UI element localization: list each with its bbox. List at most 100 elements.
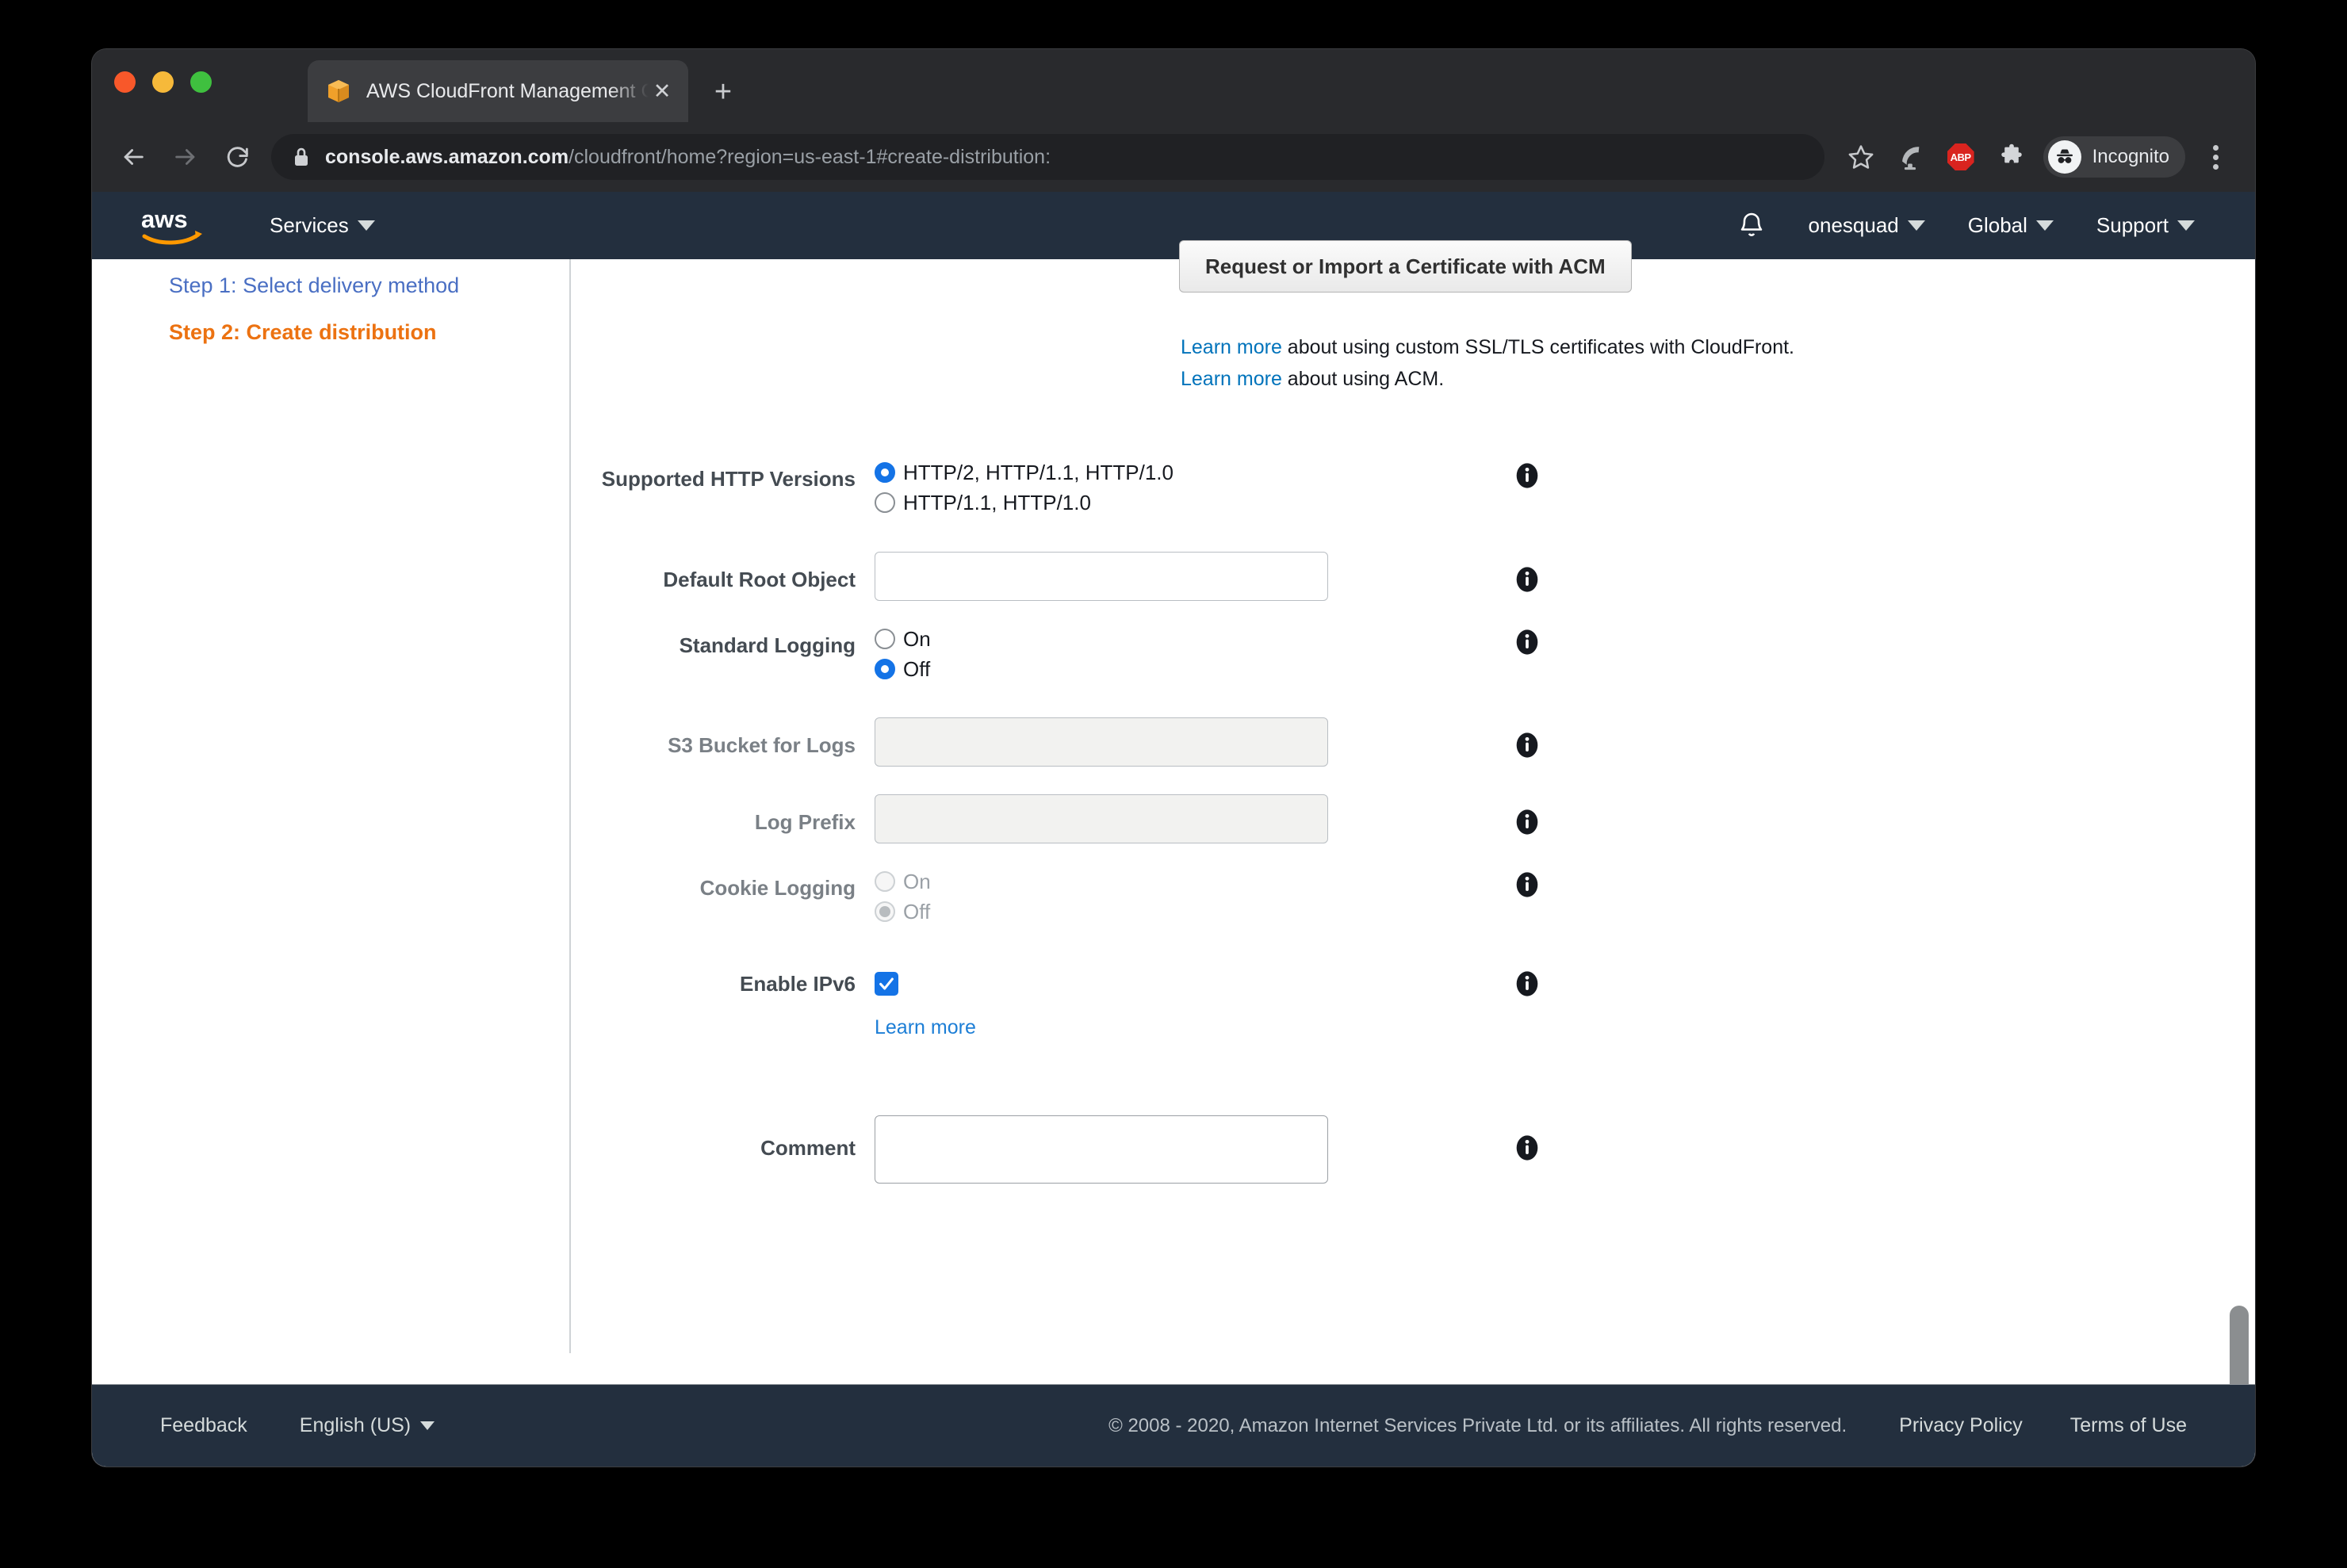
account-menu[interactable]: onesquad bbox=[1809, 213, 1925, 238]
incognito-icon bbox=[2048, 140, 2081, 174]
aws-console-header: aws Services onesquad bbox=[92, 192, 2255, 259]
feedback-link[interactable]: Feedback bbox=[160, 1414, 247, 1437]
terms-of-use-link[interactable]: Terms of Use bbox=[2070, 1414, 2187, 1437]
language-selector[interactable]: English (US) bbox=[300, 1414, 435, 1437]
address-bar-url: console.aws.amazon.com/cloudfront/home?r… bbox=[325, 146, 1051, 169]
address-bar[interactable]: console.aws.amazon.com/cloudfront/home?r… bbox=[271, 134, 1824, 180]
enable-ipv6-checkbox[interactable] bbox=[875, 972, 898, 996]
minimize-window-button[interactable] bbox=[152, 71, 174, 93]
radio-cookie-logging-off-input[interactable] bbox=[875, 901, 895, 922]
star-icon[interactable] bbox=[1842, 138, 1880, 176]
info-icon[interactable] bbox=[1514, 732, 1541, 759]
info-icon[interactable] bbox=[1514, 629, 1541, 656]
learn-more-link-acm[interactable]: Learn more bbox=[1181, 368, 1282, 390]
cast-icon[interactable] bbox=[1891, 138, 1929, 176]
info-icon[interactable] bbox=[1514, 871, 1541, 898]
radio-cookie-logging-off[interactable]: Off bbox=[875, 897, 931, 927]
adblock-label: ABP bbox=[1947, 143, 1974, 170]
chevron-down-icon bbox=[358, 220, 375, 231]
services-menu[interactable]: Services bbox=[270, 213, 375, 238]
request-import-certificate-button[interactable]: Request or Import a Certificate with ACM bbox=[1179, 240, 1632, 293]
sidebar-item-step-2: Step 2: Create distribution bbox=[169, 320, 437, 345]
radio-cookie-logging-off-label: Off bbox=[903, 900, 930, 924]
radio-http11-option[interactable]: HTTP/1.1, HTTP/1.0 bbox=[875, 488, 1174, 518]
acm-learn-more-ssl-row: Learn more about using custom SSL/TLS ce… bbox=[1181, 336, 1794, 359]
info-icon[interactable] bbox=[1514, 970, 1541, 997]
log-prefix-label: Log Prefix bbox=[301, 810, 856, 835]
learn-more-link-ipv6[interactable]: Learn more bbox=[875, 1016, 976, 1038]
support-label: Support bbox=[2096, 213, 2169, 238]
learn-more-link-ssl[interactable]: Learn more bbox=[1181, 336, 1282, 358]
acm-learn-more-acm-row: Learn more about using ACM. bbox=[1181, 368, 1444, 391]
info-icon[interactable] bbox=[1514, 1134, 1541, 1161]
log-prefix-input[interactable] bbox=[875, 794, 1328, 843]
browser-tab[interactable]: AWS CloudFront Management C ✕ bbox=[308, 60, 688, 122]
incognito-profile-badge[interactable]: Incognito bbox=[2043, 136, 2185, 178]
create-distribution-form: Request or Import a Certificate with ACM… bbox=[571, 259, 2255, 1353]
sidebar-item-step-1[interactable]: Step 1: Select delivery method bbox=[169, 273, 459, 298]
standard-logging-label: Standard Logging bbox=[301, 633, 856, 658]
header-right-group: onesquad Global Support bbox=[1737, 210, 2195, 242]
lock-icon bbox=[292, 146, 311, 168]
chevron-down-icon bbox=[2177, 220, 2195, 231]
supported-http-versions-label: Supported HTTP Versions bbox=[301, 467, 856, 491]
support-menu[interactable]: Support bbox=[2096, 213, 2195, 238]
privacy-policy-link[interactable]: Privacy Policy bbox=[1899, 1414, 2023, 1437]
radio-standard-logging-on-input[interactable] bbox=[875, 629, 895, 649]
radio-cookie-logging-on-label: On bbox=[903, 870, 931, 894]
chevron-down-icon bbox=[420, 1421, 435, 1430]
radio-cookie-logging-on-input[interactable] bbox=[875, 871, 895, 892]
radio-http2-option[interactable]: HTTP/2, HTTP/1.1, HTTP/1.0 bbox=[875, 457, 1174, 488]
page-body: Step 1: Select delivery method Step 2: C… bbox=[92, 259, 2255, 1467]
bell-icon[interactable] bbox=[1737, 210, 1766, 242]
default-root-object-label: Default Root Object bbox=[301, 568, 856, 592]
three-dot-menu-icon[interactable] bbox=[2196, 138, 2234, 176]
back-arrow-icon[interactable] bbox=[114, 138, 152, 176]
radio-standard-logging-off-input[interactable] bbox=[875, 659, 895, 679]
forward-arrow-icon[interactable] bbox=[167, 138, 205, 176]
s3-bucket-for-logs-input[interactable] bbox=[875, 717, 1328, 767]
chevron-down-icon bbox=[2036, 220, 2054, 231]
region-menu[interactable]: Global bbox=[1968, 213, 2054, 238]
comment-textarea[interactable] bbox=[875, 1115, 1328, 1184]
account-label: onesquad bbox=[1809, 213, 1899, 238]
enable-ipv6-label: Enable IPv6 bbox=[301, 972, 856, 996]
close-window-button[interactable] bbox=[114, 71, 136, 93]
radio-http11-input[interactable] bbox=[875, 492, 895, 513]
radio-cookie-logging-on[interactable]: On bbox=[875, 866, 931, 897]
url-path: /cloudfront/home?region=us-east-1#create… bbox=[569, 146, 1051, 168]
radio-standard-logging-off[interactable]: Off bbox=[875, 654, 931, 684]
url-host: console.aws.amazon.com bbox=[325, 146, 569, 168]
info-icon[interactable] bbox=[1514, 462, 1541, 489]
radio-standard-logging-off-label: Off bbox=[903, 657, 930, 682]
info-icon[interactable] bbox=[1514, 809, 1541, 836]
desktop-backdrop: AWS CloudFront Management C ✕ + console.… bbox=[0, 0, 2347, 1568]
browser-tab-title: AWS CloudFront Management C bbox=[366, 80, 649, 103]
window-traffic-lights bbox=[114, 71, 212, 93]
comment-label: Comment bbox=[301, 1136, 856, 1161]
radio-http11-label: HTTP/1.1, HTTP/1.0 bbox=[903, 491, 1091, 515]
chevron-down-icon bbox=[1908, 220, 1925, 231]
cookie-logging-label: Cookie Logging bbox=[301, 876, 856, 901]
region-label: Global bbox=[1968, 213, 2027, 238]
radio-http2-input[interactable] bbox=[875, 462, 895, 483]
incognito-label: Incognito bbox=[2092, 146, 2169, 168]
info-icon[interactable] bbox=[1514, 566, 1541, 593]
acm-text: about using ACM. bbox=[1282, 368, 1444, 390]
radio-standard-logging-on[interactable]: On bbox=[875, 624, 931, 654]
default-root-object-input[interactable] bbox=[875, 552, 1328, 601]
page-viewport: aws Services onesquad bbox=[92, 192, 2255, 1467]
aws-logo[interactable]: aws bbox=[140, 204, 212, 248]
close-icon[interactable]: ✕ bbox=[649, 78, 676, 105]
services-label: Services bbox=[270, 213, 349, 238]
language-label: English (US) bbox=[300, 1414, 411, 1437]
maximize-window-button[interactable] bbox=[190, 71, 212, 93]
new-tab-button[interactable]: + bbox=[707, 78, 739, 109]
reload-icon[interactable] bbox=[219, 138, 257, 176]
acm-ssl-text: about using custom SSL/TLS certificates … bbox=[1282, 336, 1794, 358]
puzzle-piece-icon[interactable] bbox=[1993, 138, 2031, 176]
adblock-plus-icon[interactable]: ABP bbox=[1942, 138, 1980, 176]
radio-standard-logging-on-label: On bbox=[903, 627, 931, 652]
browser-window: AWS CloudFront Management C ✕ + console.… bbox=[92, 49, 2255, 1467]
svg-text:aws: aws bbox=[141, 205, 188, 233]
